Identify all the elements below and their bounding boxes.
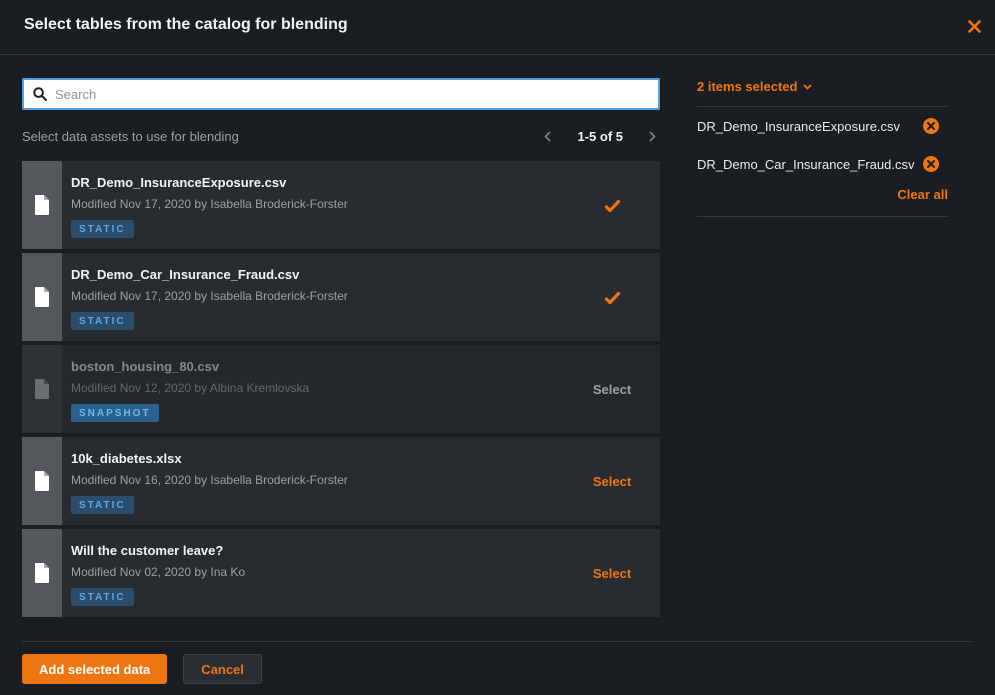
- remove-icon[interactable]: [923, 118, 939, 134]
- clear-all-row: Clear all: [697, 183, 948, 217]
- search-icon: [33, 87, 47, 101]
- chevron-left-icon[interactable]: [544, 131, 551, 142]
- document-icon: [34, 287, 50, 307]
- select-button: Select: [593, 382, 631, 397]
- list-item[interactable]: Will the customer leave? Modified Nov 02…: [22, 529, 660, 617]
- asset-badge: STATIC: [71, 496, 134, 514]
- asset-title: Will the customer leave?: [71, 543, 564, 558]
- asset-meta: Modified Nov 12, 2020 by Albina Kremlovs…: [71, 381, 564, 395]
- list-item: boston_housing_80.csv Modified Nov 12, 2…: [22, 345, 660, 433]
- pagination-range: 1-5 of 5: [577, 129, 623, 144]
- file-type-strip: [22, 253, 62, 341]
- add-selected-data-button[interactable]: Add selected data: [22, 654, 167, 684]
- asset-title: DR_Demo_Car_Insurance_Fraud.csv: [71, 267, 564, 282]
- file-type-strip: [22, 529, 62, 617]
- asset-badge: STATIC: [71, 312, 134, 330]
- selected-item-name: DR_Demo_InsuranceExposure.csv: [697, 119, 900, 134]
- asset-meta: Modified Nov 16, 2020 by Isabella Broder…: [71, 473, 564, 487]
- check-icon[interactable]: [604, 199, 621, 212]
- page-title: Select tables from the catalog for blend…: [24, 16, 348, 34]
- remove-icon[interactable]: [923, 156, 939, 172]
- file-type-strip: [22, 345, 62, 433]
- selected-items-header[interactable]: 2 items selected: [697, 78, 948, 107]
- asset-badge: SNAPSHOT: [71, 404, 159, 422]
- asset-meta: Modified Nov 02, 2020 by Ina Ko: [71, 565, 564, 579]
- list-item[interactable]: DR_Demo_InsuranceExposure.csv Modified N…: [22, 161, 660, 249]
- check-icon[interactable]: [604, 291, 621, 304]
- asset-list: DR_Demo_InsuranceExposure.csv Modified N…: [22, 161, 660, 617]
- asset-meta: Modified Nov 17, 2020 by Isabella Broder…: [71, 289, 564, 303]
- asset-badge: STATIC: [71, 588, 134, 606]
- pagination: 1-5 of 5: [544, 129, 660, 144]
- selected-count-label: 2 items selected: [697, 79, 797, 94]
- asset-title: 10k_diabetes.xlsx: [71, 451, 564, 466]
- footer-divider: [22, 641, 972, 642]
- list-item[interactable]: DR_Demo_Car_Insurance_Fraud.csv Modified…: [22, 253, 660, 341]
- asset-title: boston_housing_80.csv: [71, 359, 564, 374]
- select-tables-modal: Select tables from the catalog for blend…: [0, 0, 995, 695]
- select-button[interactable]: Select: [593, 566, 631, 581]
- modal-footer: Add selected data Cancel: [0, 641, 995, 695]
- asset-meta: Modified Nov 17, 2020 by Isabella Broder…: [71, 197, 564, 211]
- search-box[interactable]: [22, 78, 660, 110]
- catalog-panel: Select data assets to use for blending 1…: [22, 55, 660, 621]
- document-icon: [34, 563, 50, 583]
- document-icon: [34, 195, 50, 215]
- selected-item: DR_Demo_Car_Insurance_Fraud.csv: [697, 145, 948, 183]
- list-header: Select data assets to use for blending 1…: [22, 128, 660, 144]
- list-caption: Select data assets to use for blending: [22, 129, 239, 144]
- selected-item-name: DR_Demo_Car_Insurance_Fraud.csv: [697, 157, 914, 172]
- document-icon: [34, 471, 50, 491]
- selected-items-panel: 2 items selected DR_Demo_InsuranceExposu…: [697, 78, 948, 217]
- selected-item: DR_Demo_InsuranceExposure.csv: [697, 107, 948, 145]
- asset-title: DR_Demo_InsuranceExposure.csv: [71, 175, 564, 190]
- asset-badge: STATIC: [71, 220, 134, 238]
- cancel-button[interactable]: Cancel: [183, 654, 262, 684]
- search-input[interactable]: [47, 87, 649, 102]
- chevron-down-icon: [803, 84, 812, 90]
- close-icon[interactable]: [965, 17, 983, 35]
- clear-all-link[interactable]: Clear all: [897, 187, 948, 202]
- select-button[interactable]: Select: [593, 474, 631, 489]
- list-item[interactable]: 10k_diabetes.xlsx Modified Nov 16, 2020 …: [22, 437, 660, 525]
- chevron-right-icon[interactable]: [649, 131, 656, 142]
- file-type-strip: [22, 161, 62, 249]
- document-icon: [34, 379, 50, 399]
- modal-header: Select tables from the catalog for blend…: [0, 0, 995, 55]
- file-type-strip: [22, 437, 62, 525]
